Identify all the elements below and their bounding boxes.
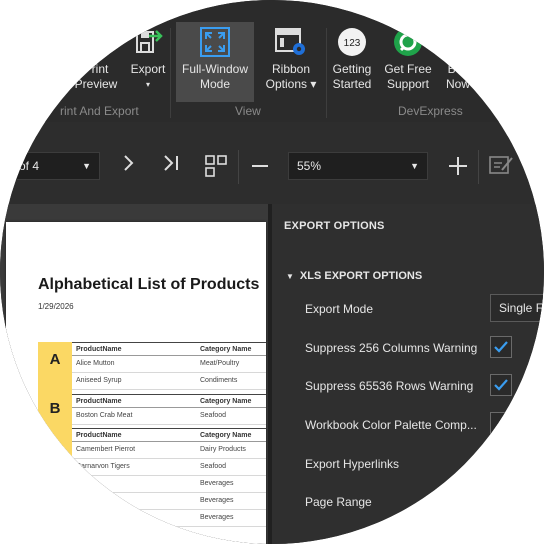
- table-header: ProductName Category Name: [72, 428, 266, 442]
- group-letter: B: [38, 394, 72, 428]
- page-range-label: Page Range: [305, 495, 372, 509]
- export-hyperlinks-label: Export Hyperlinks: [305, 457, 400, 471]
- group-letter: A: [38, 342, 72, 394]
- group-view: View: [235, 104, 261, 118]
- report-date: 1/29/2026: [38, 302, 74, 311]
- chevron-down-icon: ▼: [82, 161, 91, 171]
- ribbon-separator: [326, 28, 327, 118]
- edit-fields-button[interactable]: [488, 152, 514, 184]
- zoom-in-button[interactable]: [447, 154, 469, 184]
- table-header: ProductName Category Name: [72, 394, 266, 408]
- toolbar-separator: [478, 150, 479, 184]
- suppress-256-checkbox[interactable]: [490, 336, 512, 358]
- table-row: Camembert Pierrot Dairy Products: [72, 442, 266, 459]
- export-button[interactable]: Export ▾: [122, 22, 174, 102]
- last-page-button[interactable]: [162, 153, 182, 179]
- full-window-icon: [176, 22, 254, 62]
- print-preview-icon: [70, 22, 122, 62]
- export-mode-label: Export Mode: [305, 302, 374, 316]
- getting-started-button[interactable]: 123 Getting Started: [328, 22, 376, 102]
- report-title: Alphabetical List of Products: [38, 276, 260, 293]
- palette-compat-label: Workbook Color Palette Comp...: [305, 418, 477, 432]
- table-row: Beverages: [72, 510, 266, 527]
- ribbon-options-icon: [258, 22, 324, 62]
- toolbar-separator: [238, 150, 239, 184]
- palette-compat-checkbox[interactable]: [490, 412, 512, 434]
- ribbon-options-button[interactable]: Ribbon Options ▾: [258, 22, 324, 102]
- chevron-down-icon: ▼: [410, 161, 419, 171]
- ribbon: Print Preview Export ▾ Full-Window Mode …: [0, 0, 544, 122]
- export-mode-select[interactable]: Single File: [490, 294, 544, 322]
- table-row: Beverages: [72, 476, 266, 493]
- table-row: Alice Mutton Meat/Poultry: [72, 356, 266, 373]
- table-row: Carnarvon Tigers Seafood: [72, 459, 266, 476]
- panel-title: EXPORT OPTIONS: [284, 220, 385, 232]
- getting-started-icon: 123: [328, 22, 376, 62]
- group-letter: [38, 428, 72, 544]
- svg-text:123: 123: [344, 38, 361, 49]
- suppress-256-label: Suppress 256 Columns Warning: [305, 341, 478, 355]
- table-header: ProductName Category Name: [72, 342, 266, 356]
- table-row: Aniseed Syrup Condiments: [72, 373, 266, 390]
- section-c: ProductName Category Name Camembert Pier…: [38, 428, 266, 544]
- full-window-mode-button[interactable]: Full-Window Mode: [176, 22, 254, 102]
- zoom-out-button[interactable]: [250, 154, 270, 184]
- xls-options-header[interactable]: ▼ XLS EXPORT OPTIONS: [286, 270, 422, 282]
- group-devexpress: DevExpress: [398, 104, 463, 118]
- print-preview-button[interactable]: Print Preview: [70, 22, 122, 102]
- page-selector[interactable]: of 4 ▼: [10, 152, 100, 180]
- section-a: A ProductName Category Name Alice Mutton…: [38, 342, 266, 394]
- report-page: Alphabetical List of Products 1/29/2026 …: [6, 222, 266, 544]
- ribbon-separator: [170, 28, 171, 118]
- zoom-selector[interactable]: 55% ▼: [288, 152, 428, 180]
- export-options-panel: EXPORT OPTIONS ▼ XLS EXPORT OPTIONS Expor…: [272, 204, 544, 544]
- section-b: B ProductName Category Name Boston Crab …: [38, 394, 266, 428]
- buy-now-button[interactable]: Buy Now: [440, 22, 476, 102]
- table-row: Boston Crab Meat Seafood: [72, 408, 266, 425]
- magnified-view: Print Preview Export ▾ Full-Window Mode …: [0, 0, 544, 544]
- checkmark-icon: [494, 379, 508, 391]
- group-print-export: rint And Export: [60, 104, 139, 118]
- buy-now-icon: [440, 22, 476, 62]
- suppress-65536-checkbox[interactable]: [490, 374, 512, 396]
- suppress-65536-label: Suppress 65536 Rows Warning: [305, 379, 474, 393]
- next-page-button[interactable]: [122, 153, 136, 179]
- export-icon: [122, 22, 174, 62]
- checkmark-icon: [494, 341, 508, 353]
- multiple-pages-button[interactable]: [204, 154, 228, 184]
- table-row: Beverages: [72, 493, 266, 510]
- collapse-triangle-icon: ▼: [286, 272, 294, 281]
- support-icon: [380, 22, 436, 62]
- get-free-support-button[interactable]: Get Free Support: [380, 22, 436, 102]
- navigation-toolbar: of 4 ▼ 55% ▼: [0, 136, 544, 200]
